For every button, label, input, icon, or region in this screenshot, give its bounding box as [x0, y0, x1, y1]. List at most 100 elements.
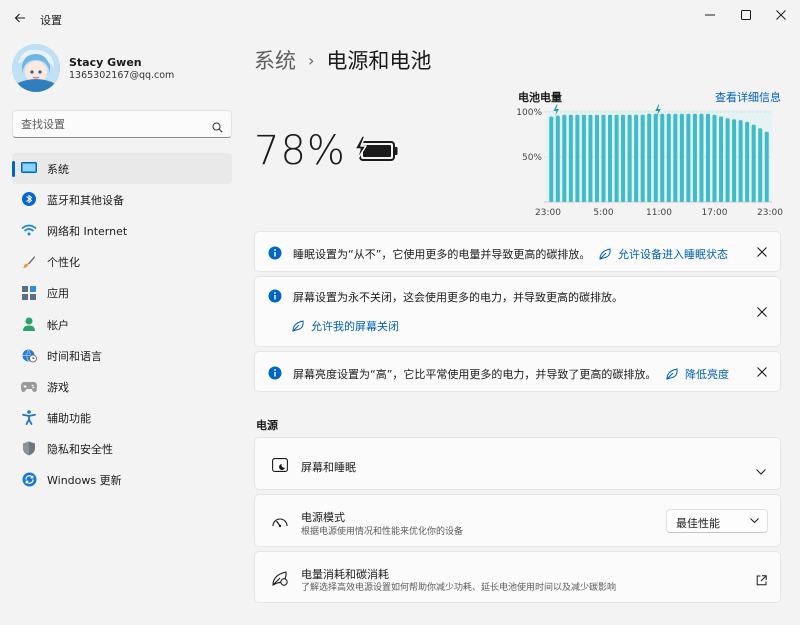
- close-icon: [757, 307, 767, 317]
- sidebar-item-label: 游戏: [47, 380, 69, 394]
- dismiss-button[interactable]: [754, 244, 770, 260]
- battery-bar: [758, 128, 763, 202]
- sidebar-item-label: 辅助功能: [47, 412, 91, 426]
- title-bar: 设置: [0, 0, 800, 38]
- sidebar-item-personalization[interactable]: 个性化: [12, 247, 232, 278]
- back-button[interactable]: [8, 6, 32, 30]
- apps-icon: [21, 285, 37, 301]
- action-label: 允许设备进入睡眠状态: [618, 248, 728, 261]
- battery-bar: [562, 114, 567, 202]
- system-icon: [21, 160, 37, 176]
- notice-sleep: 睡眠设置为“从不”，它使用更多的电量并导致更高的碳排放。 允许设备进入睡眠状态: [254, 231, 781, 272]
- row-title: 屏幕和睡眠: [301, 461, 356, 474]
- notice-text: 屏幕设置为永不关闭，这会使用更多的电力，并导致更高的碳排放。: [293, 291, 623, 304]
- battery-bar: [627, 114, 632, 202]
- chevron-down-icon: [750, 518, 759, 524]
- power-mode-row: 电源模式 根据电源使用情况和性能来优化你的设备 最佳性能: [254, 494, 781, 547]
- sidebar-item-accessibility[interactable]: 辅助功能: [12, 403, 232, 434]
- notice-screen: 屏幕设置为永不关闭，这会使用更多的电力，并导致更高的碳排放。 允许我的屏幕关闭: [254, 276, 781, 347]
- sidebar-item-windows-update[interactable]: Windows 更新: [12, 465, 232, 496]
- external-link-icon[interactable]: [756, 571, 767, 590]
- power-mode-dropdown[interactable]: 最佳性能: [666, 509, 768, 533]
- battery-bar: [601, 114, 606, 202]
- battery-bar: [575, 114, 580, 202]
- maximize-button[interactable]: [731, 4, 761, 26]
- gamepad-icon: [21, 378, 37, 394]
- allow-screen-off-link[interactable]: 允许我的屏幕关闭: [292, 318, 399, 334]
- wifi-icon: [21, 222, 37, 238]
- sidebar-item-label: 时间和语言: [47, 349, 102, 363]
- battery-bar: [549, 116, 554, 202]
- y-tick-label: 100%: [516, 108, 542, 118]
- avatar[interactable]: [12, 44, 60, 92]
- battery-bar: [588, 114, 593, 202]
- search-input[interactable]: [21, 116, 201, 132]
- user-profile[interactable]: Stacy Gwen 1365302167@qq.com: [12, 44, 232, 94]
- reduce-brightness-link[interactable]: 降低亮度: [666, 366, 729, 382]
- x-tick-label: 23:00: [535, 208, 561, 218]
- battery-bar: [673, 113, 678, 202]
- chevron-down-icon[interactable]: [756, 460, 766, 479]
- battery-bar: [719, 116, 724, 202]
- page-title: 电源和电池: [326, 49, 432, 73]
- close-icon: [776, 10, 786, 20]
- battery-bar: [686, 113, 691, 202]
- row-subtitle: 根据电源使用情况和性能来优化你的设备: [301, 527, 464, 537]
- sidebar-item-label: Windows 更新: [47, 474, 122, 488]
- accessibility-icon: [21, 410, 37, 426]
- breadcrumb-parent[interactable]: 系统: [254, 45, 296, 75]
- sidebar-nav: 系统 蓝牙和其他设备 网络和 Internet 个性化 应用 帐户 时间和语言 …: [12, 153, 232, 496]
- battery-bar: [738, 120, 743, 202]
- leaf-icon: [292, 320, 305, 332]
- breadcrumb: 系统 › 电源和电池: [254, 44, 431, 76]
- power-consumption-row[interactable]: 电量消耗和碳消耗 了解选择高效电源设置如何帮助你减少功耗、延长电池使用时间以及减…: [254, 551, 781, 603]
- minimize-button[interactable]: [695, 4, 725, 26]
- search-icon[interactable]: [212, 118, 223, 137]
- battery-bar: [732, 119, 737, 202]
- battery-bar: [640, 114, 645, 202]
- notice-text: 睡眠设置为“从不”，它使用更多的电量并导致更高的碳排放。: [293, 248, 591, 261]
- sidebar-item-network[interactable]: 网络和 Internet: [12, 215, 232, 246]
- battery-bar: [712, 114, 717, 202]
- battery-bar: [647, 113, 652, 202]
- battery-bar: [634, 114, 639, 202]
- action-label: 降低亮度: [685, 368, 729, 381]
- sidebar-item-system[interactable]: 系统: [12, 153, 232, 185]
- close-icon: [757, 247, 767, 257]
- sidebar-item-bluetooth[interactable]: 蓝牙和其他设备: [12, 184, 232, 215]
- sidebar-item-gaming[interactable]: 游戏: [12, 371, 232, 402]
- allow-sleep-link[interactable]: 允许设备进入睡眠状态: [599, 246, 728, 262]
- leaf-icon: [666, 368, 679, 380]
- battery-bar: [653, 113, 658, 202]
- dismiss-button[interactable]: [754, 364, 770, 380]
- battery-bar: [692, 113, 697, 202]
- sidebar-item-label: 蓝牙和其他设备: [47, 193, 124, 207]
- sidebar-item-apps[interactable]: 应用: [12, 278, 232, 309]
- app-title: 设置: [40, 14, 62, 27]
- sidebar-item-time-language[interactable]: 时间和语言: [12, 340, 232, 371]
- update-icon: [21, 472, 37, 488]
- search-box[interactable]: [12, 110, 232, 138]
- user-email: 1365302167@qq.com: [69, 70, 175, 81]
- sidebar-item-label: 帐户: [47, 318, 69, 332]
- battery-bar: [608, 114, 613, 202]
- battery-bar: [660, 113, 665, 202]
- sidebar-item-privacy[interactable]: 隐私和安全性: [12, 434, 232, 465]
- sidebar-item-label: 隐私和安全性: [47, 443, 113, 457]
- avatar-image: [12, 44, 60, 92]
- sidebar-item-accounts[interactable]: 帐户: [12, 309, 232, 340]
- battery-bar: [581, 114, 586, 202]
- battery-bar: [555, 115, 560, 202]
- close-icon: [757, 367, 767, 377]
- x-tick-label: 17:00: [702, 208, 728, 218]
- battery-bar: [705, 113, 710, 202]
- sidebar-item-label: 应用: [47, 287, 69, 301]
- screen-sleep-row[interactable]: 屏幕和睡眠: [254, 437, 781, 490]
- battery-bar: [745, 121, 750, 202]
- close-window-button[interactable]: [766, 4, 796, 26]
- dismiss-button[interactable]: [754, 304, 770, 320]
- globe-clock-icon: [21, 347, 37, 363]
- battery-level-chart: 100% 50% 23:00 5:00 11:00 17:00 23:00: [516, 104, 783, 218]
- info-icon: [268, 246, 282, 260]
- battery-bar: [699, 113, 704, 202]
